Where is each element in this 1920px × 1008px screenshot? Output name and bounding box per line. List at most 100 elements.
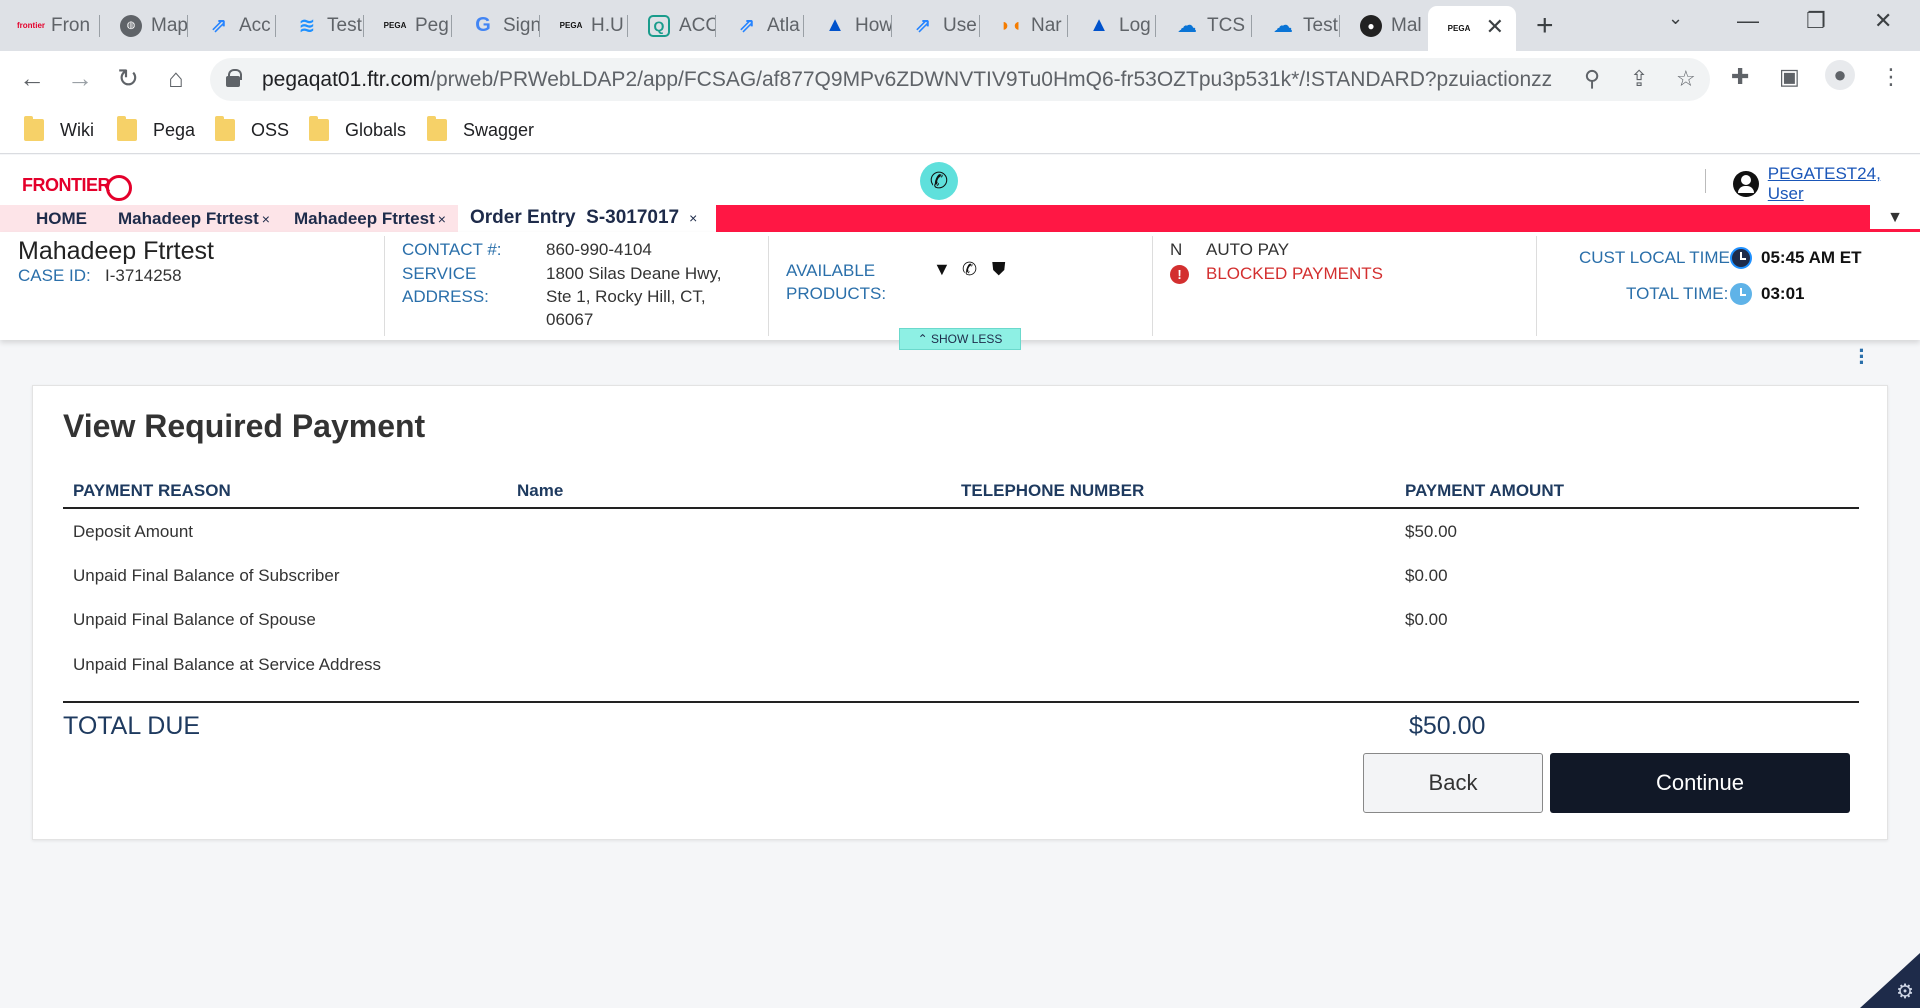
- address-line: 1800 Silas Deane Hwy,: [546, 264, 722, 283]
- more-actions-icon[interactable]: · · ·: [1857, 340, 1867, 374]
- browser-tab[interactable]: ● Mal: [1340, 6, 1428, 45]
- column-header-payment-amount: PAYMENT AMOUNT: [1405, 481, 1564, 500]
- new-tab-icon[interactable]: +: [1536, 9, 1554, 43]
- browser-tab[interactable]: ⇗ Acc: [188, 6, 276, 45]
- phone-call-icon[interactable]: ✆: [920, 162, 958, 200]
- user-name-link[interactable]: PEGATEST24, User: [1768, 164, 1920, 204]
- pega-favicon-icon: PEGA: [1447, 24, 1471, 33]
- forward-arrow-icon[interactable]: →: [64, 63, 96, 94]
- browser-tab-label: ACC: [679, 14, 716, 36]
- feather-favicon-icon: ≋: [298, 15, 316, 37]
- browser-menu-icon[interactable]: ⋮: [1880, 64, 1902, 90]
- browser-tab[interactable]: ⇗ Use: [892, 6, 980, 45]
- gear-icon[interactable]: ⚙: [1896, 979, 1914, 1004]
- close-tab-icon[interactable]: ×: [438, 211, 446, 227]
- logo-text: FRONTIER: [22, 174, 111, 195]
- autopay-flag: N: [1170, 240, 1183, 259]
- address-line: Ste 1, Rocky Hill, CT,: [546, 287, 706, 306]
- browser-tab-active[interactable]: PEGA ✕: [1428, 6, 1516, 51]
- case-id-value: I-3714258: [105, 266, 182, 285]
- cloud-favicon-icon: ☁: [1273, 15, 1293, 37]
- browser-tab[interactable]: Q ACC: [628, 6, 716, 45]
- close-window-icon[interactable]: ✕: [1874, 8, 1892, 34]
- table-footer-divider: [63, 701, 1859, 703]
- address-bar[interactable]: pegaqat01.ftr.com/prweb/PRWebLDAP2/app/F…: [210, 58, 1710, 101]
- browser-tab[interactable]: ☁ TCS: [1156, 6, 1252, 45]
- customer-summary-panel: Mahadeep Ftrtest CASE ID: I-3714258 CONT…: [0, 232, 1920, 350]
- contact-label: CONTACT #:: [402, 240, 502, 259]
- browser-tab[interactable]: PEGA Peg: [364, 6, 452, 45]
- bookmark-folder-globals[interactable]: Globals: [309, 116, 407, 141]
- browser-tab[interactable]: ▲ Log: [1068, 6, 1156, 45]
- browser-tab[interactable]: G Sign: [452, 6, 540, 45]
- continue-button[interactable]: Continue: [1550, 753, 1850, 813]
- browser-tab[interactable]: frontier Fron: [0, 6, 100, 45]
- extensions-icon[interactable]: ✚: [1731, 64, 1749, 90]
- table-row-amount: $0.00: [1405, 610, 1448, 629]
- tab-label: HOME: [36, 208, 87, 228]
- pega-favicon-icon: PEGA: [383, 21, 407, 30]
- browser-tab[interactable]: ≋ Test: [276, 6, 364, 45]
- browser-tab[interactable]: ▲ How: [804, 6, 892, 45]
- service-address-label: SERVICE: [402, 264, 477, 283]
- contact-value: 860-990-4104: [546, 240, 652, 259]
- browser-tab[interactable]: ⇗ Atla: [716, 6, 804, 45]
- share-icon[interactable]: ⇪: [1630, 66, 1648, 92]
- show-less-button[interactable]: ⌃ SHOW LESS: [899, 328, 1021, 350]
- browser-tab[interactable]: PEGA H.U: [540, 6, 628, 45]
- user-menu[interactable]: PEGATEST24, User: [1733, 164, 1920, 204]
- back-arrow-icon[interactable]: ←: [16, 63, 48, 94]
- profile-icon[interactable]: ●: [1825, 60, 1855, 90]
- bookmark-star-icon[interactable]: ☆: [1676, 66, 1696, 92]
- column-header-telephone: TELEPHONE NUMBER: [961, 481, 1145, 500]
- column-header-payment-reason: PAYMENT REASON: [73, 481, 231, 500]
- home-icon[interactable]: ⌂: [160, 63, 192, 94]
- browser-tab-strip: frontier Fron ◍ Map ⇗ Acc ≋ Test PEGA Pe…: [0, 0, 1920, 51]
- browser-tab-label: Use: [943, 14, 977, 36]
- reload-icon[interactable]: ↻: [112, 63, 144, 94]
- bookmark-folder-oss[interactable]: OSS: [215, 116, 289, 141]
- bookmark-label: Wiki: [60, 119, 94, 140]
- browser-tab[interactable]: ◗◖ Nar: [980, 6, 1068, 45]
- tab-search-icon[interactable]: ⌄: [1668, 8, 1683, 29]
- table-row-reason: Unpaid Final Balance at Service Address: [73, 655, 382, 674]
- timer-icon: [1730, 283, 1752, 305]
- logo-ring-icon: [106, 175, 132, 201]
- tab-customer-1[interactable]: Mahadeep Ftrtest ×: [112, 205, 282, 232]
- side-panel-icon[interactable]: ▣: [1779, 64, 1800, 90]
- alert-icon: !: [1170, 265, 1189, 284]
- lock-icon: [226, 69, 242, 87]
- column-divider: [768, 236, 769, 336]
- tab-order-entry[interactable]: Order Entry S-3017017 ×: [458, 205, 716, 232]
- tab-customer-2[interactable]: Mahadeep Ftrtest ×: [282, 205, 458, 232]
- security-shield-icon: ⛊: [992, 259, 1006, 279]
- restore-icon[interactable]: ❐: [1806, 8, 1826, 34]
- browser-tab-label: Test: [327, 14, 362, 36]
- column-divider: [1536, 236, 1537, 336]
- jira-favicon-icon: ⇗: [914, 15, 932, 37]
- browser-tab[interactable]: ◍ Map: [100, 6, 188, 45]
- show-less-label: SHOW LESS: [931, 332, 1003, 346]
- bookmark-label: Globals: [345, 119, 407, 140]
- browser-tab[interactable]: ☁ Test: [1252, 6, 1340, 45]
- frontier-logo[interactable]: FRONTIER: [22, 169, 132, 201]
- url-path: /prweb/PRWebLDAP2/app/FCSAG/af877Q9MPv6Z…: [430, 68, 1552, 91]
- url-text[interactable]: pegaqat01.ftr.com/prweb/PRWebLDAP2/app/F…: [262, 68, 1552, 92]
- bookmark-folder-pega[interactable]: Pega: [117, 116, 196, 141]
- tab-home[interactable]: HOME: [0, 205, 112, 232]
- bookmark-folder-swagger[interactable]: Swagger: [427, 116, 534, 141]
- zoom-icon[interactable]: ⚲: [1584, 66, 1600, 92]
- required-payment-card: View Required Payment PAYMENT REASON Nam…: [32, 385, 1888, 840]
- close-tab-icon[interactable]: ×: [262, 211, 270, 227]
- back-button[interactable]: Back: [1363, 753, 1543, 813]
- close-tab-icon[interactable]: ×: [689, 210, 697, 226]
- minimize-icon[interactable]: —: [1737, 8, 1759, 34]
- bookmark-label: Pega: [153, 119, 196, 140]
- browser-tab-label: Sign: [503, 14, 540, 36]
- tabs-overflow-menu-icon[interactable]: ▼: [1870, 205, 1920, 232]
- bookmark-folder-wiki[interactable]: Wiki: [24, 116, 94, 141]
- folder-icon: [309, 116, 329, 141]
- browser-toolbar: ← → ↻ ⌂ pegaqat01.ftr.com/prweb/PRWebLDA…: [0, 51, 1920, 108]
- browser-tab-label: Log: [1119, 14, 1151, 36]
- close-tab-icon[interactable]: ✕: [1486, 14, 1504, 40]
